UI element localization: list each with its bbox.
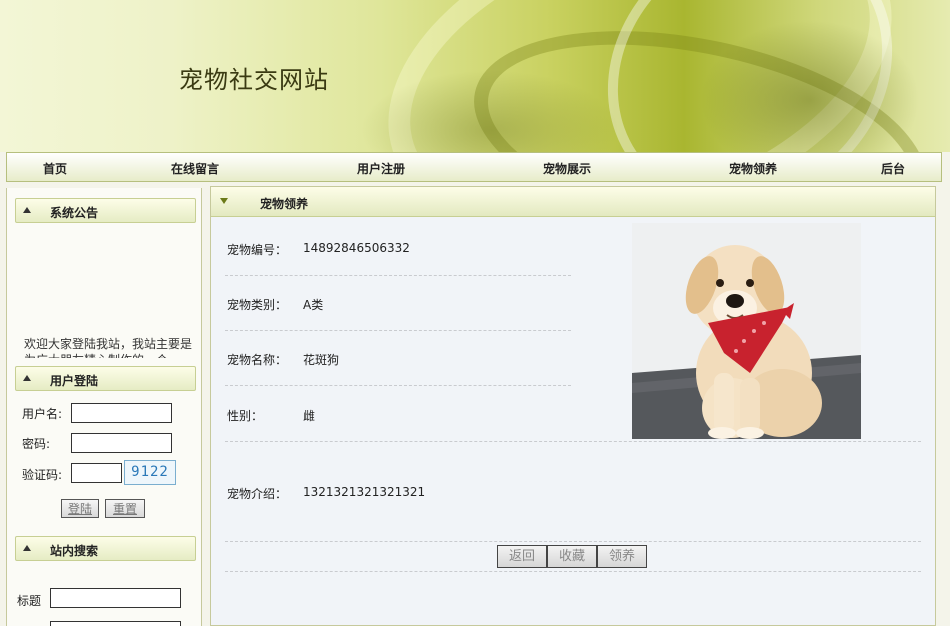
search-title-label: 标题 (17, 594, 42, 608)
search-header: 站内搜索 (15, 536, 196, 561)
panel-title: 宠物领养 (260, 197, 309, 211)
back-button[interactable]: 返回 (497, 545, 547, 568)
reset-button[interactable]: 重置 (105, 499, 145, 518)
divider (225, 441, 921, 442)
divider (225, 541, 921, 542)
divider (225, 385, 571, 386)
pet-id-label: 宠物编号： (227, 243, 288, 257)
nav-pet-adoption[interactable]: 宠物领养 (729, 160, 777, 177)
login-header: 用户登陆 (15, 366, 196, 391)
username-label: 用户名: (22, 407, 63, 421)
favorite-button[interactable]: 收藏 (547, 545, 597, 568)
pet-gender-label: 性别： (227, 409, 264, 423)
sidebar: 系统公告 欢迎大家登陆我站，我站主要是为广大朋友精心制作的一个 用户登陆 用户名… (6, 188, 202, 626)
login-button[interactable]: 登陆 (61, 499, 99, 518)
collapse-triangle-icon (23, 207, 31, 213)
search-input-secondary[interactable] (50, 621, 181, 626)
login-title: 用户登陆 (50, 374, 99, 388)
pet-name-label: 宠物名称： (227, 353, 288, 367)
expand-triangle-icon (220, 198, 228, 204)
search-input[interactable] (50, 588, 181, 608)
username-input[interactable] (71, 403, 172, 423)
notice-text: 欢迎大家登陆我站，我站主要是为广大朋友精心制作的一个 (24, 337, 192, 358)
captcha-label: 验证码: (22, 468, 63, 482)
site-title: 宠物社交网站 (179, 66, 329, 94)
pet-id-value: 14892846506332 (303, 241, 410, 255)
pet-intro-value: 1321321321321321 (303, 485, 426, 499)
collapse-triangle-icon (23, 545, 31, 551)
pet-intro-label: 宠物介绍： (227, 487, 288, 501)
adopt-button[interactable]: 领养 (597, 545, 647, 568)
pet-photo (632, 223, 861, 439)
divider (225, 571, 921, 572)
password-input[interactable] (71, 433, 172, 453)
captcha-input[interactable] (71, 463, 122, 483)
nav-pet-gallery[interactable]: 宠物展示 (543, 160, 591, 177)
search-title: 站内搜索 (50, 544, 99, 558)
nav-guestbook[interactable]: 在线留言 (171, 160, 219, 177)
nav-home[interactable]: 首页 (43, 160, 67, 177)
divider (225, 330, 571, 331)
pet-gender-value: 雌 (303, 409, 316, 423)
nav-register[interactable]: 用户注册 (357, 160, 405, 177)
pet-name-value: 花斑狗 (303, 353, 340, 367)
panel-header: 宠物领养 (211, 187, 935, 217)
divider (225, 275, 571, 276)
collapse-triangle-icon (23, 375, 31, 381)
captcha-image[interactable]: 9122 (124, 460, 176, 485)
notice-title: 系统公告 (50, 206, 99, 220)
site-header: 宠物社交网站 (0, 0, 950, 152)
pet-category-value: A类 (303, 298, 324, 312)
notice-header: 系统公告 (15, 198, 196, 223)
pet-category-label: 宠物类别： (227, 298, 288, 312)
password-label: 密码: (22, 437, 51, 451)
pet-detail-panel: 宠物领养 宠物编号： 14892846506332 宠物类别： A类 宠物名称：… (210, 186, 936, 626)
nav-admin[interactable]: 后台 (881, 160, 905, 177)
main-nav: 首页 在线留言 用户注册 宠物展示 宠物领养 后台 (6, 152, 942, 182)
